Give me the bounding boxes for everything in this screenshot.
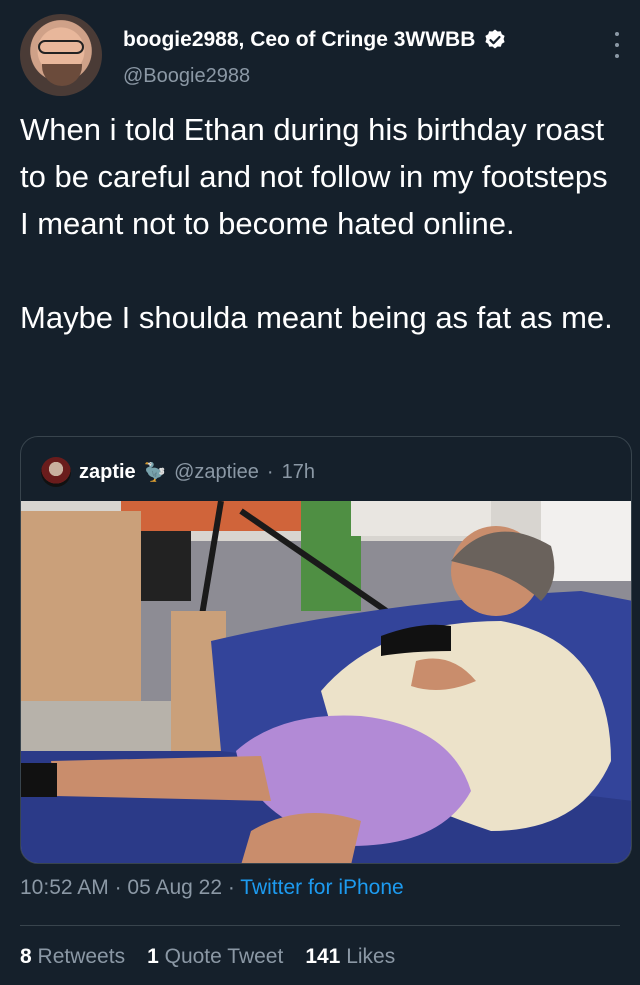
tweet-date[interactable]: 05 Aug 22 bbox=[127, 876, 222, 899]
tweet-metadata: 10:52 AM · 05 Aug 22 · Twitter for iPhon… bbox=[20, 876, 404, 900]
avatar-glasses bbox=[38, 40, 84, 54]
tweet-paragraph: When i told Ethan during his birthday ro… bbox=[20, 112, 608, 241]
photo-illustration bbox=[21, 501, 631, 863]
tweet-source-link[interactable]: Twitter for iPhone bbox=[240, 876, 403, 899]
tweet-header: boogie2988, Ceo of Cringe 3WWBB @Boogie2… bbox=[20, 14, 620, 102]
tweet-time[interactable]: 10:52 AM bbox=[20, 876, 109, 899]
quoted-author-avatar bbox=[41, 457, 71, 487]
quoted-author-name: zaptie bbox=[79, 460, 136, 483]
more-options-icon[interactable] bbox=[614, 32, 620, 58]
retweets-stat[interactable]: 8 Retweets bbox=[20, 945, 125, 969]
author-avatar[interactable] bbox=[20, 14, 102, 96]
author-display-name[interactable]: boogie2988, Ceo of Cringe 3WWBB bbox=[123, 28, 475, 52]
quoted-tweet-header: zaptie 🦤 @zaptiee · 17h bbox=[41, 457, 315, 487]
verified-badge-icon bbox=[485, 29, 505, 49]
meta-separator: · bbox=[222, 876, 241, 899]
tweet-stats: 8 Retweets 1 Quote Tweet 141 Likes bbox=[20, 945, 395, 969]
quote-tweets-stat[interactable]: 1 Quote Tweet bbox=[147, 945, 283, 969]
quoted-tweet-card[interactable]: zaptie 🦤 @zaptiee · 17h bbox=[20, 436, 632, 864]
retweets-label: Retweets bbox=[37, 945, 126, 968]
quote-tweets-count: 1 bbox=[147, 945, 159, 968]
quoted-separator: · bbox=[266, 460, 274, 483]
quoted-author-handle: @zaptiee bbox=[174, 460, 259, 483]
retweets-count: 8 bbox=[20, 945, 32, 968]
author-handle[interactable]: @Boogie2988 bbox=[123, 65, 250, 88]
divider bbox=[20, 925, 620, 926]
likes-label: Likes bbox=[346, 945, 396, 968]
tweet-text: When i told Ethan during his birthday ro… bbox=[20, 106, 620, 341]
dodo-emoji-icon: 🦤 bbox=[143, 461, 167, 482]
avatar-beard bbox=[42, 64, 82, 86]
quote-tweets-label: Quote Tweet bbox=[164, 945, 284, 968]
likes-count: 141 bbox=[305, 945, 341, 968]
meta-separator: · bbox=[108, 876, 128, 899]
quoted-timestamp: 17h bbox=[281, 460, 315, 483]
author-name-row: boogie2988, Ceo of Cringe 3WWBB bbox=[123, 28, 507, 52]
tweet-paragraph: Maybe I shoulda meant being as fat as me… bbox=[20, 300, 613, 335]
likes-stat[interactable]: 141 Likes bbox=[305, 945, 395, 969]
quoted-media-photo[interactable] bbox=[21, 501, 631, 863]
